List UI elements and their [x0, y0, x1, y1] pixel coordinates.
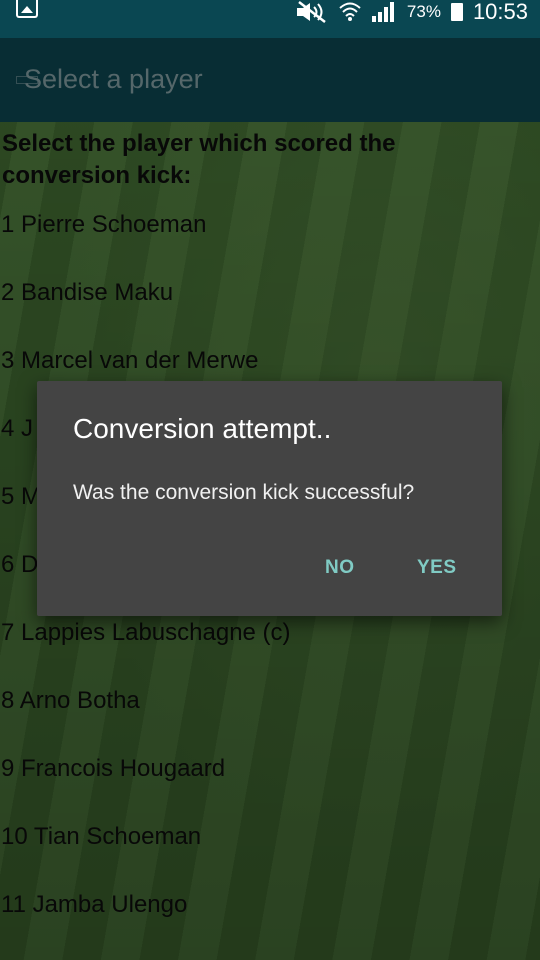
- image-icon: [16, 0, 38, 18]
- clock-time: 10:53: [472, 0, 528, 24]
- battery-percent: 73%: [406, 2, 441, 21]
- status-icons: 73% 10:53: [295, 0, 528, 24]
- dialog-message: Was the conversion kick successful?: [73, 481, 415, 504]
- no-button[interactable]: NO: [325, 557, 355, 579]
- battery-icon: [450, 3, 463, 21]
- conversion-dialog: Conversion attempt.. Was the conversion …: [37, 381, 502, 616]
- status-bar: 73% 10:53: [0, 0, 540, 38]
- mute-icon: [295, 1, 329, 23]
- wifi-icon: [339, 1, 361, 23]
- yes-button[interactable]: YES: [417, 557, 457, 579]
- signal-icon: [371, 1, 397, 23]
- dialog-title: Conversion attempt..: [73, 413, 332, 444]
